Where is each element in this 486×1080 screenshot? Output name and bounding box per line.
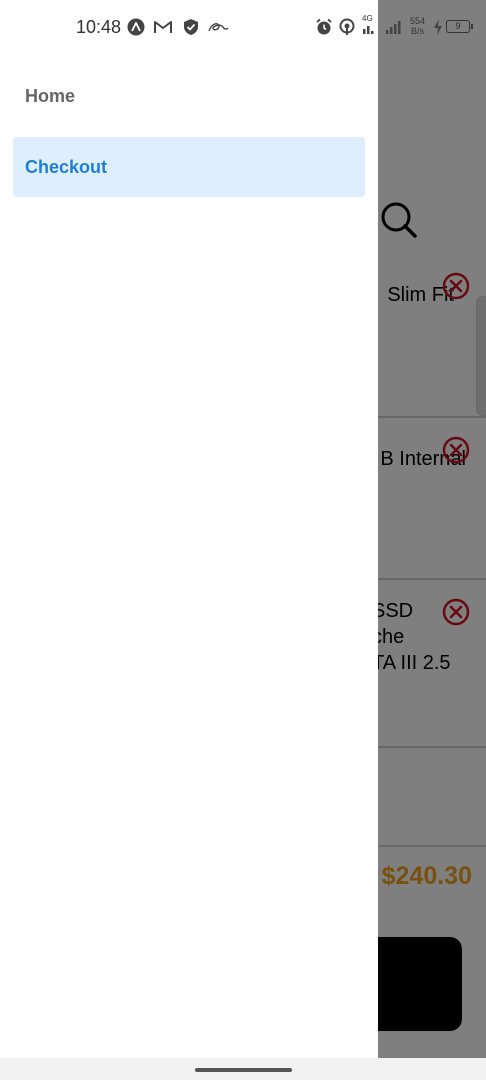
status-bar: 10:48 4G 554 B/s 9 [0,0,486,56]
signal-icon [386,21,401,34]
navigation-drawer: Home Checkout [0,0,378,1058]
drawer-item-home[interactable]: Home [13,66,365,126]
status-time: 10:48 [76,17,122,37]
system-nav-bar [0,1058,486,1080]
network-speed-value: 554 [410,16,426,26]
expo-icon [127,18,145,36]
drawer-item-checkout[interactable]: Checkout [13,137,365,197]
shield-icon [184,19,198,35]
battery-icon: 9 [446,20,473,33]
network-speed: 554 B/s [410,16,425,36]
app-logo-icon [208,23,229,32]
drawer-item-label: Checkout [25,156,108,177]
signal-icon [363,26,374,34]
hotspot-icon [339,18,355,35]
drawer-item-label: Home [25,85,76,106]
network-speed-unit: B/s [411,26,425,36]
charging-icon [434,19,442,35]
alarm-icon [316,18,332,35]
gmail-icon [154,21,172,33]
home-gesture-handle[interactable] [195,1068,292,1072]
